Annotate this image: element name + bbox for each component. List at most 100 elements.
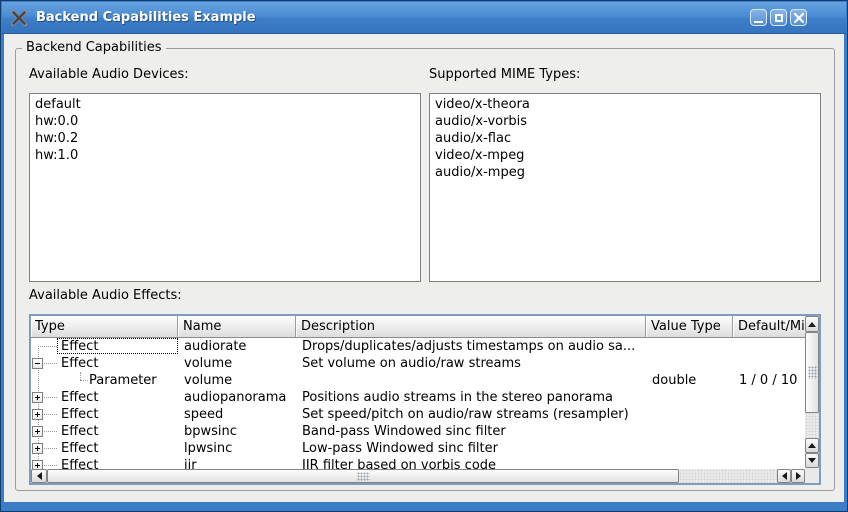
collapse-minus-icon[interactable] xyxy=(32,358,43,369)
scroll-up-button[interactable] xyxy=(805,438,819,453)
scroll-left-button[interactable] xyxy=(31,469,47,483)
grip-dots-icon xyxy=(357,472,370,481)
scroll-left-button[interactable] xyxy=(777,469,791,483)
column-header-name[interactable]: Name xyxy=(178,316,296,338)
table-row[interactable]: Effect audiorate Drops/duplicates/adjust… xyxy=(31,338,805,355)
cell-description: Band-pass Windowed sinc filter xyxy=(302,423,646,440)
cell-name: volume xyxy=(184,372,294,389)
list-item[interactable]: video/x-theora xyxy=(435,96,820,113)
arrow-left-icon xyxy=(782,472,787,480)
screen: Backend Capabilities Example Backend xyxy=(0,0,848,512)
cell-value-type: double xyxy=(652,372,733,389)
cell-type: Effect xyxy=(61,457,178,469)
cell-default-min-max: 1 / 0 / 10 xyxy=(739,372,803,389)
list-item[interactable]: hw:0.2 xyxy=(35,130,420,147)
table-row[interactable]: Effect speed Set speed/pitch on audio/ra… xyxy=(31,406,805,423)
expand-plus-icon[interactable] xyxy=(32,443,43,454)
cell-description: Drops/duplicates/adjusts timestamps on a… xyxy=(302,338,646,355)
list-item[interactable]: audio/x-mpeg xyxy=(435,164,820,181)
expand-plus-icon[interactable] xyxy=(32,409,43,420)
cell-description: Low-pass Windowed sinc filter xyxy=(302,440,646,457)
table-row[interactable]: Effect bpwsinc Band-pass Windowed sinc f… xyxy=(31,423,805,440)
cell-type: Effect xyxy=(61,440,178,457)
cell-description: IIR filter based on vorbis code xyxy=(302,457,646,469)
mime-types-list[interactable]: video/x-theora audio/x-vorbis audio/x-fl… xyxy=(429,93,821,282)
cell-type: Effect xyxy=(61,406,178,423)
cell-type: Effect xyxy=(61,389,178,406)
mime-types-label: Supported MIME Types: xyxy=(429,67,580,82)
window-body: Backend Capabilities Available Audio Dev… xyxy=(4,34,844,502)
column-header-value-type[interactable]: Value Type xyxy=(646,316,733,338)
tree-line xyxy=(44,363,57,364)
tree-line xyxy=(44,431,57,432)
minimize-button[interactable] xyxy=(750,9,767,26)
tree-line xyxy=(80,380,88,381)
expand-plus-icon[interactable] xyxy=(32,460,43,469)
list-item[interactable]: hw:0.0 xyxy=(35,113,420,130)
vertical-scrollbar[interactable] xyxy=(805,316,819,468)
effects-tree-table: Type Name Description Value Type Default… xyxy=(29,314,821,485)
arrow-down-icon xyxy=(808,458,816,463)
scroll-down-button[interactable] xyxy=(805,453,819,468)
cell-name: volume xyxy=(184,355,294,372)
cell-type: Parameter xyxy=(89,372,178,389)
cell-name: audiopanorama xyxy=(184,389,294,406)
list-item[interactable]: audio/x-vorbis xyxy=(435,113,820,130)
list-item[interactable]: default xyxy=(35,96,420,113)
cell-name: bpwsinc xyxy=(184,423,294,440)
application-window: Backend Capabilities Example Backend xyxy=(0,0,848,512)
expand-plus-icon[interactable] xyxy=(32,392,43,403)
tree-line xyxy=(80,372,81,380)
scrollbar-corner xyxy=(805,469,819,483)
audio-devices-list[interactable]: default hw:0.0 hw:0.2 hw:1.0 xyxy=(29,93,421,282)
cell-type: Effect xyxy=(61,423,178,440)
cell-type: Effect xyxy=(61,338,178,355)
tree-line xyxy=(44,465,57,466)
devices-label: Available Audio Devices: xyxy=(29,67,189,82)
column-header-type[interactable]: Type xyxy=(31,316,178,338)
list-item[interactable]: video/x-mpeg xyxy=(435,147,820,164)
grip-dots-icon xyxy=(808,366,817,379)
groupbox-title: Backend Capabilities xyxy=(22,40,166,55)
window-controls xyxy=(750,9,807,26)
table-row[interactable]: Effect volume Set volume on audio/raw st… xyxy=(31,355,805,372)
tree-line xyxy=(44,448,57,449)
minimize-icon xyxy=(754,21,763,23)
cell-name: audiorate xyxy=(184,338,294,355)
close-icon xyxy=(794,13,804,23)
list-item[interactable]: audio/x-flac xyxy=(435,130,820,147)
tree-line xyxy=(38,346,57,347)
horizontal-scrollbar-thumb[interactable] xyxy=(47,469,679,483)
maximize-button[interactable] xyxy=(770,9,787,26)
tree-line xyxy=(44,414,57,415)
cell-description: Set volume on audio/raw streams xyxy=(302,355,646,372)
effects-label: Available Audio Effects: xyxy=(29,288,182,303)
expand-plus-icon[interactable] xyxy=(32,426,43,437)
arrow-up-icon xyxy=(808,443,816,448)
scroll-up-button[interactable] xyxy=(805,316,819,332)
table-row[interactable]: Effect audiopanorama Positions audio str… xyxy=(31,389,805,406)
scroll-right-button[interactable] xyxy=(791,469,805,483)
table-row[interactable]: Effect lpwsinc Low-pass Windowed sinc fi… xyxy=(31,440,805,457)
window-title: Backend Capabilities Example xyxy=(36,2,256,33)
x11-app-icon xyxy=(10,9,28,27)
tree-line xyxy=(44,397,57,398)
close-button[interactable] xyxy=(790,9,807,26)
vertical-scrollbar-thumb[interactable] xyxy=(805,332,819,413)
list-item[interactable]: hw:1.0 xyxy=(35,147,420,164)
cell-type: Effect xyxy=(61,355,178,372)
arrow-right-icon xyxy=(796,472,801,480)
table-viewport: Effect audiorate Drops/duplicates/adjust… xyxy=(31,338,805,469)
arrow-up-icon xyxy=(808,322,816,327)
horizontal-scrollbar[interactable] xyxy=(31,469,805,483)
cell-description: Set speed/pitch on audio/raw streams (re… xyxy=(302,406,646,423)
cell-name: speed xyxy=(184,406,294,423)
column-header-description[interactable]: Description xyxy=(296,316,646,338)
arrow-left-icon xyxy=(37,472,42,480)
table-row[interactable]: Effect iir IIR filter based on vorbis co… xyxy=(31,457,805,469)
cell-description: Positions audio streams in the stereo pa… xyxy=(302,389,646,406)
maximize-icon xyxy=(775,14,783,22)
table-row[interactable]: Parameter volume double 1 / 0 / 10 xyxy=(31,372,805,389)
column-header-default-min-max[interactable]: Default/Mi xyxy=(733,316,805,338)
titlebar[interactable]: Backend Capabilities Example xyxy=(2,2,846,34)
